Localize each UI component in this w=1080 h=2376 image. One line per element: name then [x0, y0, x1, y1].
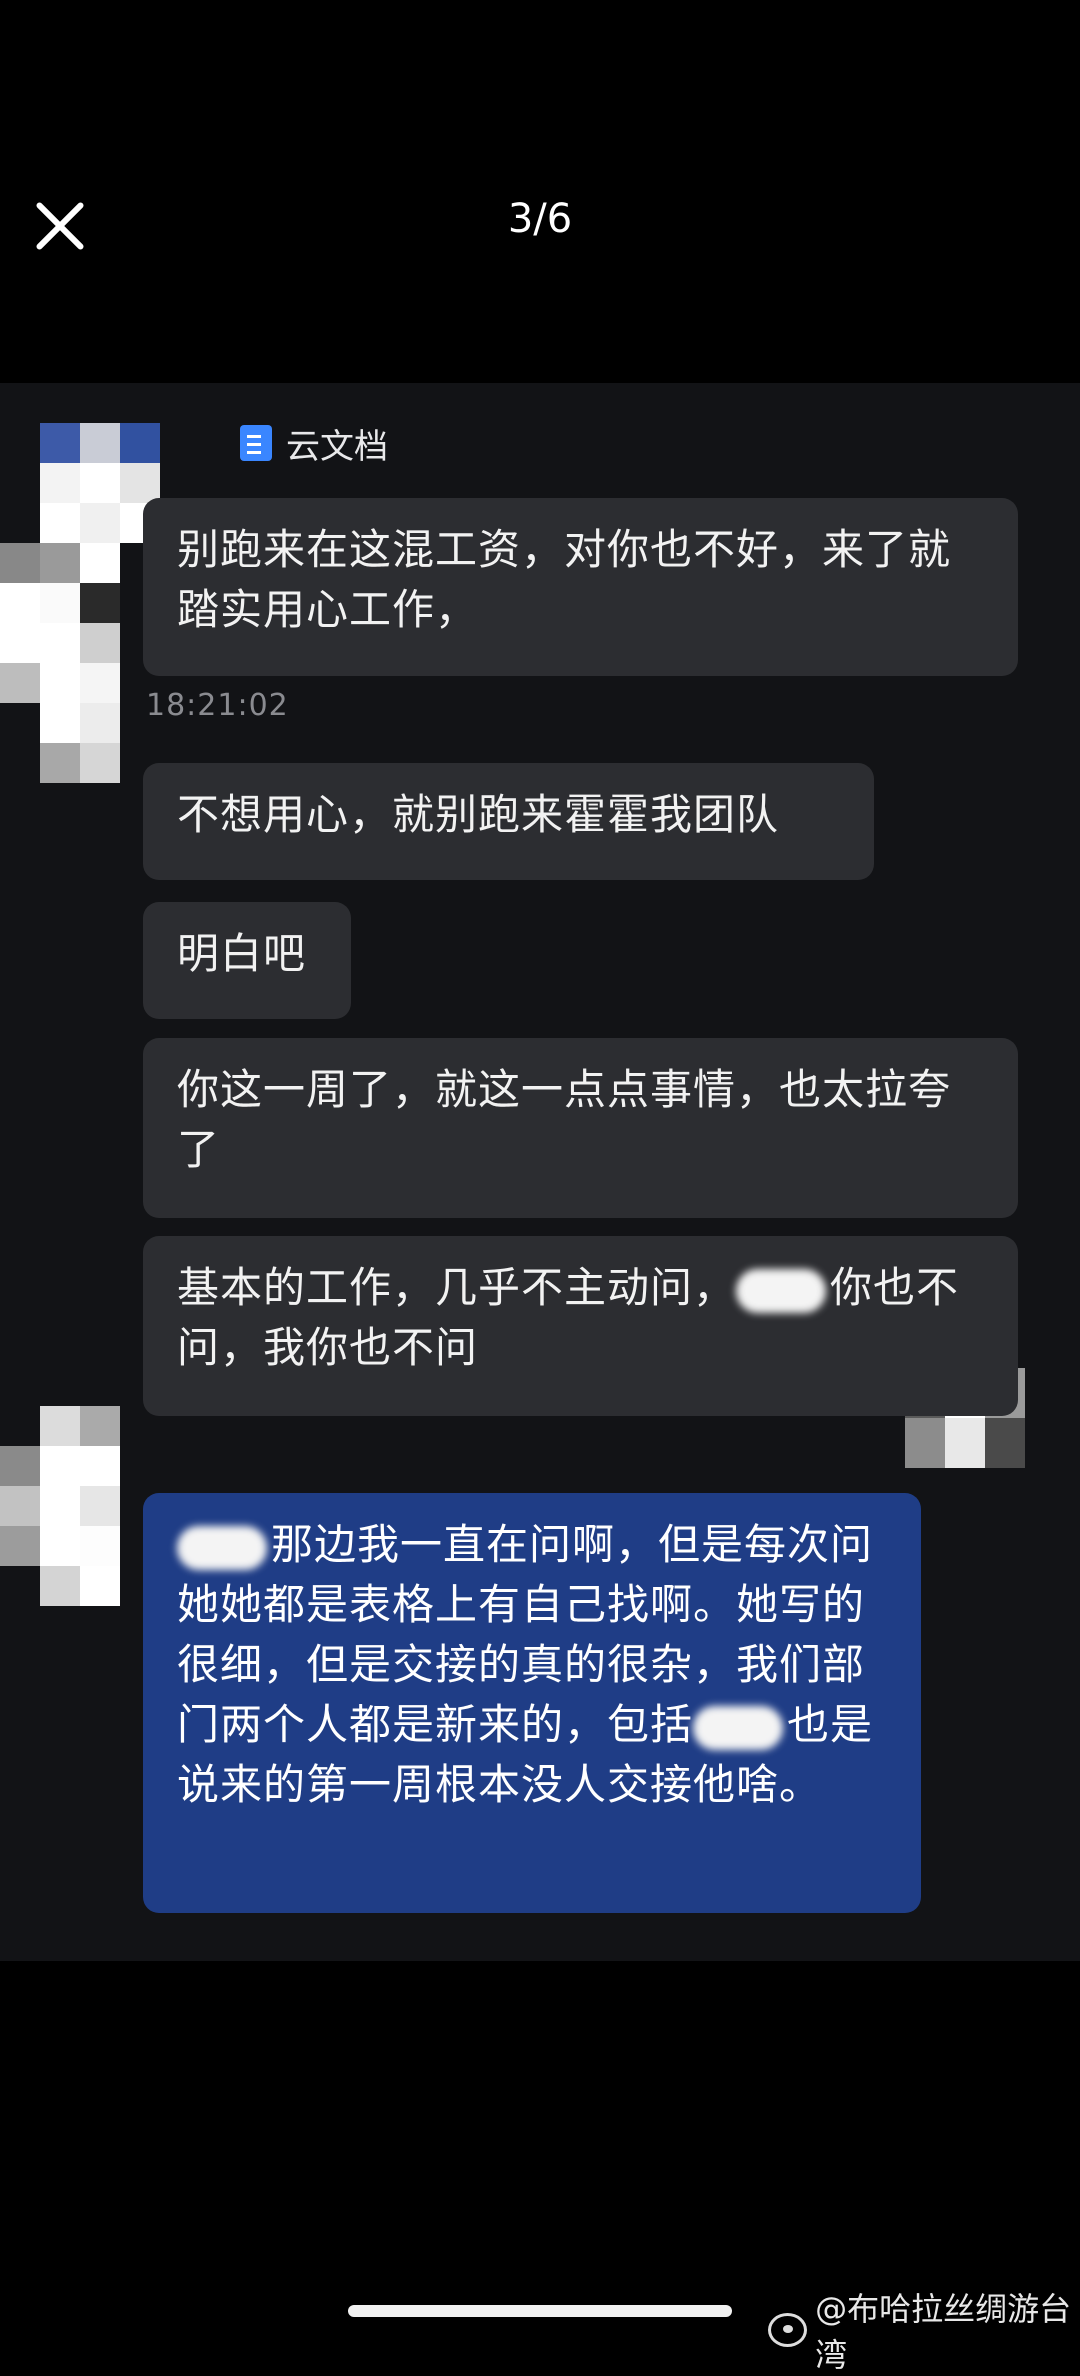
cloud-doc-link[interactable]: 云文档 [240, 413, 388, 473]
redaction-blur [736, 1268, 827, 1313]
avatar-pixelated [0, 1406, 125, 1636]
message-text: 基本的工作，几乎不主动问， [177, 1263, 737, 1312]
cloud-doc-label: 云文档 [286, 426, 388, 467]
chat-screenshot-photo: 云文档 别跑来在这混工资，对你也不好，来了就踏实用心工作， 18:21:02 不… [0, 383, 1080, 1961]
viewer-top-bar: 3/6 [0, 0, 1080, 380]
page-counter: 3/6 [507, 196, 573, 242]
message-bubble-outgoing: 那边我一直在问啊，但是每次问她她都是表格上有自己找啊。她写的很细，但是交接的真的… [143, 1493, 921, 1913]
message-bubble: 明白吧 [143, 902, 351, 1019]
message-bubble: 别跑来在这混工资，对你也不好，来了就踏实用心工作， [143, 498, 1018, 676]
home-indicator[interactable] [348, 2305, 732, 2317]
redaction-blur [177, 1525, 267, 1570]
watermark-text: @布哈拉丝绸游台湾 [815, 2290, 1072, 2374]
message-bubble: 你这一周了，就这一点点事情，也太拉夸了 [143, 1038, 1018, 1218]
watermark: @布哈拉丝绸游台湾 [768, 2284, 1080, 2376]
redaction-blur [693, 1705, 784, 1750]
document-icon [240, 425, 272, 461]
message-bubble: 不想用心，就别跑来霍霍我团队 [143, 763, 874, 880]
avatar-pixelated [0, 423, 165, 808]
message-bubble: 基本的工作，几乎不主动问， 你也不问，我你也不问 [143, 1236, 1018, 1416]
weibo-icon [768, 2313, 808, 2347]
message-timestamp: 18:21:02 [146, 688, 289, 723]
